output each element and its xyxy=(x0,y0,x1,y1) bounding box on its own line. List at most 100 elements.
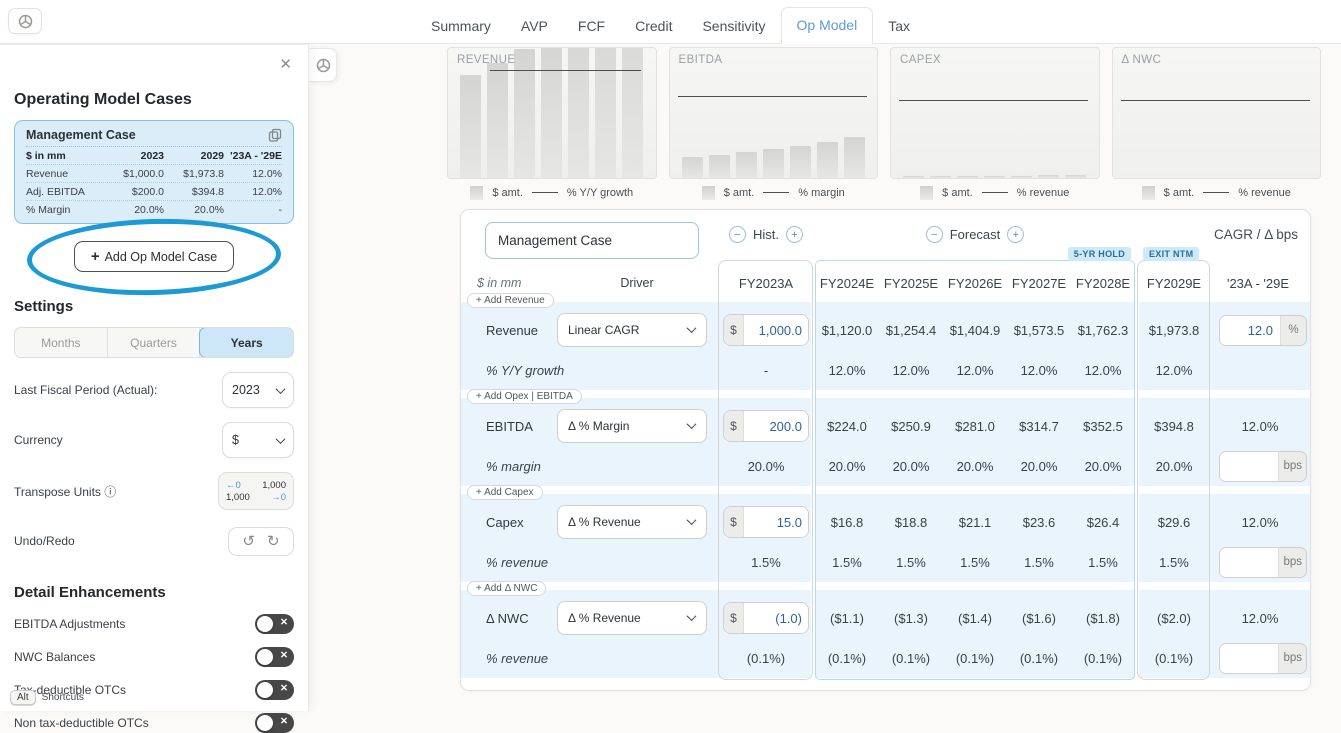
capex-bps-input[interactable]: bps xyxy=(1219,547,1307,578)
capex-value: $26.4 xyxy=(1071,515,1135,530)
chevron-down-icon xyxy=(276,384,286,394)
app-menu-button[interactable] xyxy=(8,8,42,34)
pct-rev-value: (0.1%) xyxy=(1007,651,1071,666)
add-opex-ebitda-button[interactable]: + Add Opex | EBITDA xyxy=(467,389,582,404)
revenue-growth-label: % Y/Y growth xyxy=(477,363,717,378)
chart-revenue: REVENUE $ amt. % Y/Y growth xyxy=(447,47,657,206)
margin-value: 20.0% xyxy=(1071,459,1135,474)
add-nwc-button[interactable]: + Add Δ NWC xyxy=(467,581,546,596)
revenue-cagr-input[interactable]: % xyxy=(1219,315,1307,346)
bar-swatch-icon xyxy=(470,186,483,200)
bar-swatch-icon xyxy=(702,186,715,200)
toggle-label-non-tax-deductible-otcs: Non tax-deductible OTCs xyxy=(14,716,149,730)
revenue-driver-select[interactable]: Linear CAGR xyxy=(557,313,707,347)
info-icon[interactable]: ⓘ xyxy=(104,485,116,499)
toggle-tax-deductible-otcs[interactable]: ✕ xyxy=(255,680,294,700)
toggle-ebitda-adjustments[interactable]: ✕ xyxy=(255,614,294,634)
ebitda-cagr: 12.0% xyxy=(1209,419,1307,434)
capex-driver-select[interactable]: Δ % Revenue xyxy=(557,505,707,539)
add-hist-column-button[interactable]: + xyxy=(786,226,803,243)
toggle-off-icon: ✕ xyxy=(280,617,288,628)
nwc-driver-select[interactable]: Δ % Revenue xyxy=(557,601,707,635)
toggle-non-tax-deductible-otcs[interactable]: ✕ xyxy=(255,713,294,733)
nwc-revenue-label: % revenue xyxy=(477,651,717,666)
add-capex-button[interactable]: + Add Capex xyxy=(467,485,543,500)
tab-fcf[interactable]: FCF xyxy=(563,9,620,44)
toggle-label-ebitda-adjustments: EBITDA Adjustments xyxy=(14,617,125,631)
row-label-capex: Capex xyxy=(477,515,557,530)
case-name-input[interactable] xyxy=(485,222,699,259)
bar xyxy=(709,155,730,178)
capex-bars xyxy=(891,48,1099,178)
nwc-revenue-line xyxy=(1121,100,1310,101)
add-op-model-case-button[interactable]: + Add Op Model Case xyxy=(74,241,234,272)
undo-redo-label: Undo/Redo xyxy=(14,534,75,548)
summary-charts-row: REVENUE $ amt. % Y/Y growth EBITDA $ amt… xyxy=(447,47,1321,206)
nwc-value: ($1.3) xyxy=(879,611,943,626)
remove-forecast-column-button[interactable]: − xyxy=(926,226,943,243)
ebitda-hist-input[interactable]: $ xyxy=(723,410,809,442)
nwc-hist-input[interactable]: $ xyxy=(723,602,809,634)
settings-gear-icon xyxy=(316,58,331,73)
driver-column-label: Driver xyxy=(557,276,717,290)
bar xyxy=(514,49,535,178)
mini-row-margin: % Margin 20.0% 20.0% - xyxy=(26,201,282,218)
segment-months[interactable]: Months xyxy=(15,328,108,357)
mini-row-ebitda: Adj. EBITDA $200.0 $394.8 12.0% xyxy=(26,183,282,201)
segment-quarters[interactable]: Quarters xyxy=(108,328,201,357)
duplicate-case-icon[interactable] xyxy=(268,128,282,142)
revenue-hist-input[interactable]: $ xyxy=(723,314,809,346)
bar xyxy=(541,47,562,178)
segment-years[interactable]: Years xyxy=(199,327,294,358)
chart-ebitda: EBITDA $ amt. % margin xyxy=(669,47,879,206)
pct-rev-exit: 1.5% xyxy=(1139,555,1209,570)
line-swatch-icon xyxy=(532,192,558,193)
nwc-bps-input[interactable]: bps xyxy=(1219,643,1307,674)
line-swatch-icon xyxy=(1203,192,1229,193)
mini-col-cagr: '23A - '29E xyxy=(224,150,282,162)
tab-tax[interactable]: Tax xyxy=(873,9,925,44)
tab-summary[interactable]: Summary xyxy=(416,9,506,44)
undo-icon[interactable]: ↺ xyxy=(242,532,255,550)
forecast-column-controls: − Forecast + xyxy=(815,226,1135,243)
tab-op-model[interactable]: Op Model xyxy=(781,7,874,44)
remove-hist-column-button[interactable]: − xyxy=(729,226,746,243)
bar xyxy=(763,149,784,178)
pct-rev-value: 1.5% xyxy=(943,555,1007,570)
ebitda-driver-select[interactable]: Δ % Margin xyxy=(557,409,707,443)
col-fy2025e: FY2025E xyxy=(879,276,943,291)
chart-legend: $ amt. % Y/Y growth xyxy=(447,179,657,206)
pct-rev-value: 1.5% xyxy=(815,555,879,570)
ebitda-margin-line xyxy=(678,96,867,97)
currency-select[interactable]: $ xyxy=(222,422,294,458)
toggle-label-nwc-balances: NWC Balances xyxy=(14,650,95,664)
ebitda-bps-input[interactable]: bps xyxy=(1219,451,1307,482)
line-swatch-icon xyxy=(763,192,789,193)
chevron-down-icon xyxy=(687,611,697,621)
panel-settings-tab[interactable] xyxy=(309,48,337,82)
tab-sensitivity[interactable]: Sensitivity xyxy=(687,9,780,44)
redo-icon[interactable]: ↻ xyxy=(267,532,280,550)
last-fiscal-select[interactable]: 2023 xyxy=(222,372,294,408)
transpose-units-button[interactable]: ←01,000 1,000→0 xyxy=(218,472,294,510)
tab-avp[interactable]: AVP xyxy=(506,9,563,44)
mini-row-revenue: Revenue $1,000.0 $1,973.8 12.0% xyxy=(26,165,282,183)
chart-title-capex: CAPEX xyxy=(900,54,941,66)
chevron-down-icon xyxy=(276,434,286,444)
tab-credit[interactable]: Credit xyxy=(620,9,687,44)
pct-rev-value: (0.1%) xyxy=(1071,651,1135,666)
capex-hist-input[interactable]: $ xyxy=(723,506,809,538)
units-label: $ in mm xyxy=(477,276,557,290)
op-model-cases-panel: ✕ Operating Model Cases Management Case … xyxy=(0,44,309,711)
chevron-down-icon xyxy=(687,419,697,429)
panel-title: Operating Model Cases xyxy=(14,91,294,109)
toggle-nwc-balances[interactable]: ✕ xyxy=(255,647,294,667)
pct-rev-exit: (0.1%) xyxy=(1139,651,1209,666)
five-year-hold-badge: 5-YR HOLD xyxy=(1068,247,1131,261)
add-forecast-column-button[interactable]: + xyxy=(1007,226,1024,243)
case-card-management[interactable]: Management Case $ in mm 2023 2029 '23A -… xyxy=(14,120,294,224)
revenue-growth-line xyxy=(490,70,641,71)
close-icon[interactable]: ✕ xyxy=(279,55,292,73)
bar xyxy=(568,47,589,178)
add-revenue-button[interactable]: + Add Revenue xyxy=(467,293,554,308)
